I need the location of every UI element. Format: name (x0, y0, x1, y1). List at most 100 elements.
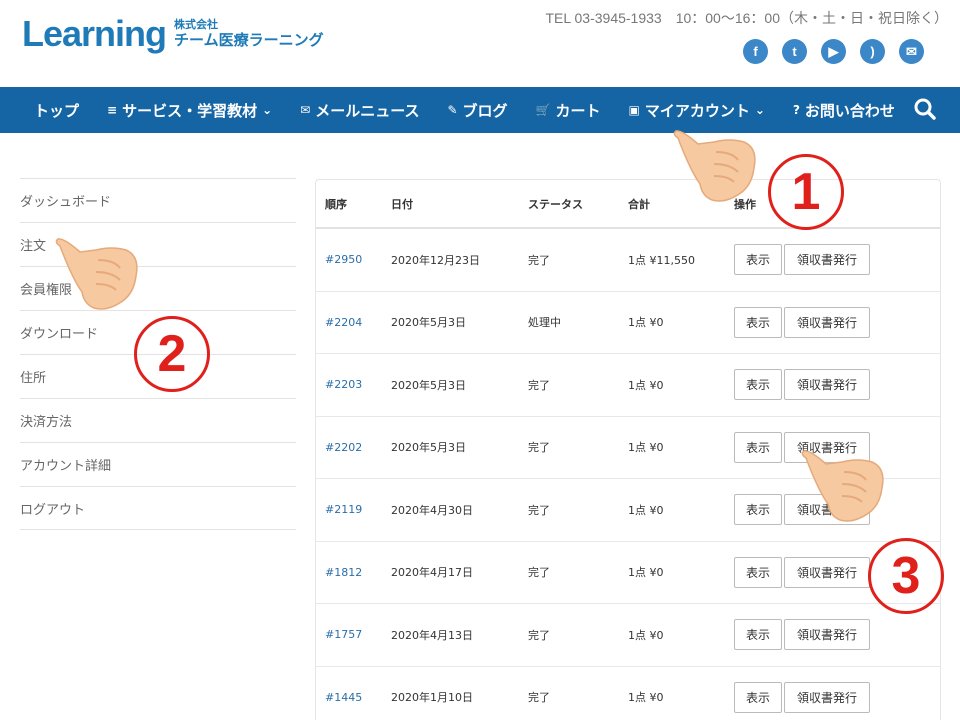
nav-item-0[interactable]: トップ (0, 87, 93, 133)
column-header-total: 合計 (628, 197, 650, 211)
issue-receipt-button[interactable]: 領収書発行 (784, 619, 870, 651)
sidebar-item[interactable]: アカウント詳細 (20, 442, 296, 486)
youtube-icon[interactable]: ▶ (821, 39, 846, 64)
order-total: 1点 ¥0 (628, 503, 664, 517)
sidebar-item[interactable]: ダッシュボード (20, 178, 296, 222)
view-order-button[interactable]: 表示 (734, 494, 782, 526)
search-icon[interactable] (912, 96, 938, 122)
order-number-cell: #2119 (325, 479, 362, 541)
annotation-marker-3: 3 (868, 538, 944, 614)
order-status: 完了 (528, 566, 550, 580)
pointing-hand-icon (673, 130, 756, 202)
order-number-link[interactable]: #2204 (325, 316, 362, 329)
order-date: 2020年4月30日 (391, 503, 473, 517)
nav-item-3[interactable]: ✎ ブログ (433, 87, 521, 133)
order-date: 2020年4月13日 (391, 628, 473, 642)
table-row: #2950 2020年12月23日 完了 1点 ¥11,550 表示 領収書発行 (316, 229, 940, 292)
nav-item-5[interactable]: ▣ マイアカウント ⌄ (615, 87, 779, 133)
order-total: 1点 ¥0 (628, 441, 664, 455)
nav-item-icon: 🛒 (535, 103, 551, 117)
order-number-link[interactable]: #2202 (325, 441, 362, 454)
order-total: 1点 ¥0 (628, 628, 664, 642)
view-order-button[interactable]: 表示 (734, 306, 782, 338)
order-date: 2020年12月23日 (391, 253, 480, 267)
order-actions: 表示 領収書発行 (734, 292, 870, 354)
sidebar-item[interactable]: ログアウト (20, 486, 296, 530)
view-order-button[interactable]: 表示 (734, 619, 782, 651)
order-number-cell: #1812 (325, 542, 362, 604)
order-total: 1点 ¥0 (628, 691, 664, 705)
nav-item-icon: ≡ (107, 103, 118, 117)
order-number-link[interactable]: #2950 (325, 253, 362, 266)
nav-item-icon: ✎ (447, 103, 458, 117)
view-order-button[interactable]: 表示 (734, 556, 782, 588)
site-logo[interactable]: Learning 株式会社 チーム医療ラーニング (22, 14, 324, 54)
order-number-cell: #2202 (325, 417, 362, 479)
order-status: 処理中 (528, 316, 561, 330)
mail-icon[interactable]: ✉ (899, 39, 924, 64)
nav-item-6[interactable]: ? お問い合わせ (779, 87, 909, 133)
nav-item-1[interactable]: ≡ サービス・学習教材 ⌄ (93, 87, 286, 133)
issue-receipt-button[interactable]: 領収書発行 (784, 306, 870, 338)
facebook-icon[interactable]: f (743, 39, 768, 64)
order-status: 完了 (528, 503, 550, 517)
order-total: 1点 ¥0 (628, 378, 664, 392)
sidebar-item[interactable]: 決済方法 (20, 398, 296, 442)
order-actions: 表示 領収書発行 (734, 354, 870, 416)
table-row: #1445 2020年1月10日 完了 1点 ¥0 表示 領収書発行 (316, 667, 940, 720)
order-actions: 表示 領収書発行 (734, 604, 870, 666)
annotation-marker-2: 2 (134, 316, 210, 392)
order-number-link[interactable]: #1757 (325, 628, 362, 641)
nav-item-icon: ▣ (628, 103, 640, 117)
order-date: 2020年1月10日 (391, 691, 473, 705)
pointing-hand-icon (55, 238, 138, 310)
chevron-down-icon: ⌄ (262, 103, 273, 117)
order-date: 2020年5月3日 (391, 441, 466, 455)
order-number-cell: #2203 (325, 354, 362, 416)
table-row: #1812 2020年4月17日 完了 1点 ¥0 表示 領収書発行 (316, 542, 940, 604)
order-number-cell: #1445 (325, 667, 362, 720)
nav-item-label: トップ (34, 101, 80, 120)
order-status: 完了 (528, 441, 550, 455)
twitter-icon[interactable]: t (782, 39, 807, 64)
issue-receipt-button[interactable]: 領収書発行 (784, 556, 870, 588)
order-number-link[interactable]: #1812 (325, 566, 362, 579)
order-total: 1点 ¥11,550 (628, 253, 695, 267)
nav-item-label: カート (555, 101, 601, 120)
view-order-button[interactable]: 表示 (734, 244, 782, 276)
order-actions: 表示 領収書発行 (734, 542, 870, 604)
rss-icon[interactable]: ) (860, 39, 885, 64)
view-order-button[interactable]: 表示 (734, 431, 782, 463)
order-number-link[interactable]: #2119 (325, 503, 362, 516)
view-order-button[interactable]: 表示 (734, 369, 782, 401)
site-header: Learning 株式会社 チーム医療ラーニング TEL 03-3945-193… (0, 0, 960, 87)
issue-receipt-button[interactable]: 領収書発行 (784, 244, 870, 276)
logo-sub-top: 株式会社 (174, 18, 219, 31)
nav-item-label: マイアカウント (644, 101, 750, 120)
pointing-hand-icon (801, 450, 884, 522)
nav-item-2[interactable]: ✉ メールニュース (286, 87, 433, 133)
order-number-link[interactable]: #2203 (325, 378, 362, 391)
issue-receipt-button[interactable]: 領収書発行 (784, 681, 870, 713)
nav-item-icon: ✉ (300, 103, 311, 117)
nav-item-icon: ? (792, 103, 800, 117)
order-number-link[interactable]: #1445 (325, 691, 362, 704)
nav-item-4[interactable]: 🛒 カート (522, 87, 615, 133)
table-row: #2204 2020年5月3日 処理中 1点 ¥0 表示 領収書発行 (316, 292, 940, 354)
nav-item-label: お問い合わせ (804, 101, 895, 120)
order-number-cell: #2950 (325, 229, 362, 291)
view-order-button[interactable]: 表示 (734, 681, 782, 713)
social-icons: f t ▶) ✉ (743, 39, 924, 64)
order-date: 2020年5月3日 (391, 316, 466, 330)
order-total: 1点 ¥0 (628, 316, 664, 330)
column-header-number: 順序 (325, 197, 347, 211)
issue-receipt-button[interactable]: 領収書発行 (784, 369, 870, 401)
logo-wordmark: Learning (22, 13, 167, 54)
order-date: 2020年4月17日 (391, 566, 473, 580)
nav-item-label: メールニュース (315, 101, 420, 120)
contact-info: TEL 03-3945-1933 10：00〜16：00（木・土・日・祝日除く） (545, 10, 948, 26)
order-status: 完了 (528, 691, 550, 705)
order-status: 完了 (528, 253, 550, 267)
table-row: #1757 2020年4月13日 完了 1点 ¥0 表示 領収書発行 (316, 604, 940, 667)
order-status: 完了 (528, 628, 550, 642)
